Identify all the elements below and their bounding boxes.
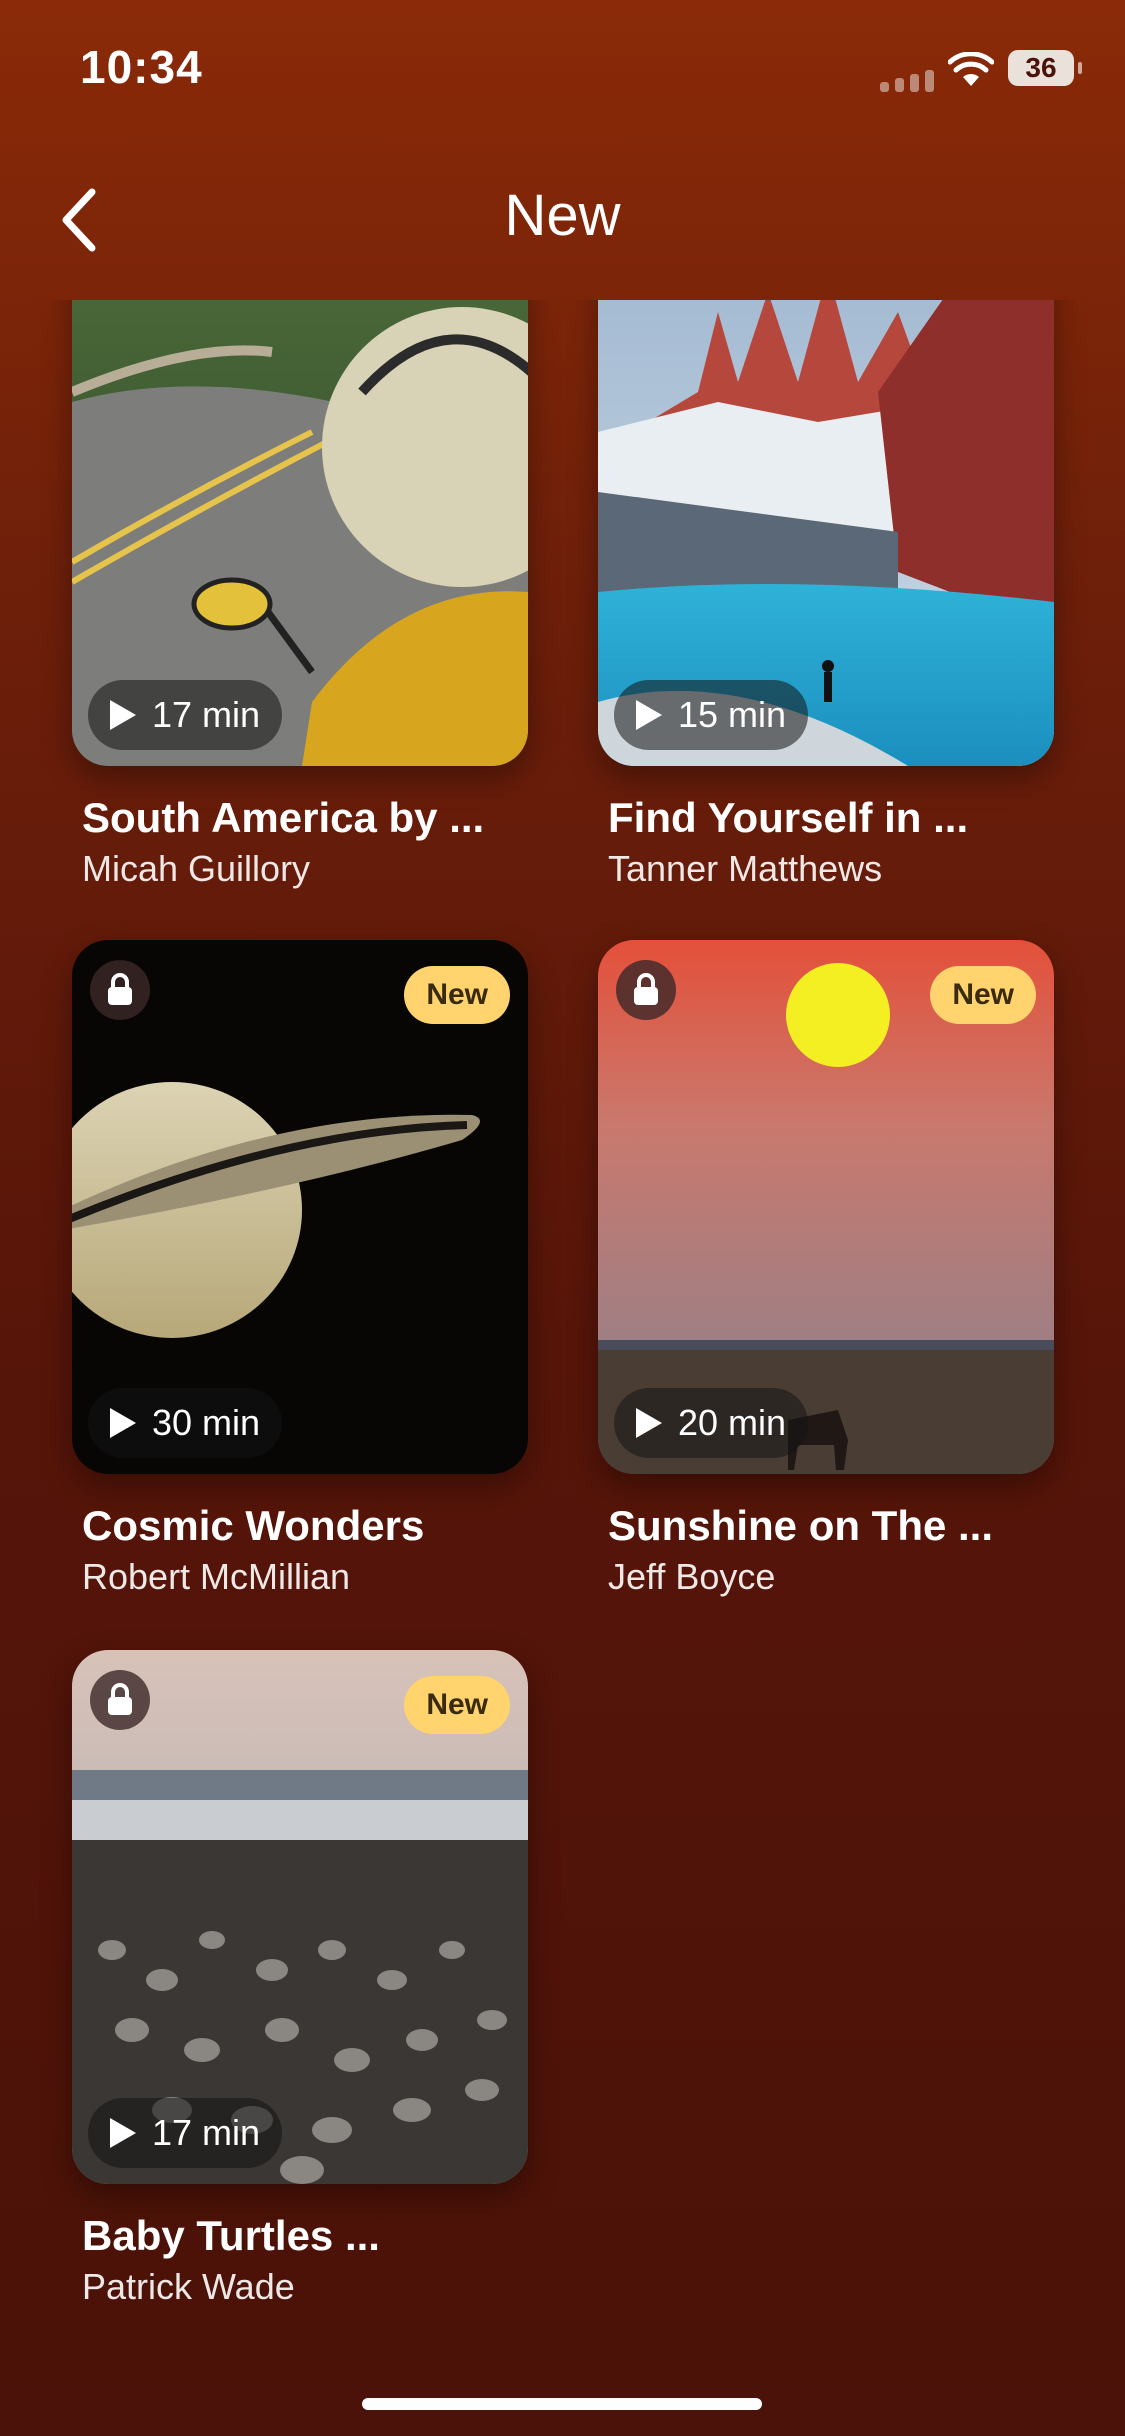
battery-indicator: 36: [1008, 50, 1082, 86]
duration-label: 17 min: [152, 694, 261, 735]
card-author: Micah Guillory: [82, 848, 311, 889]
new-badge: New: [930, 966, 1036, 1024]
card-thumbnail: 15 min: [598, 300, 1054, 766]
duration-label: 30 min: [152, 1402, 261, 1443]
duration-pill: 20 min: [614, 1388, 809, 1458]
content-card[interactable]: 15 min Find Yourself in ... Tanner Matth…: [598, 300, 1054, 890]
play-icon: [636, 700, 662, 730]
play-icon: [636, 1408, 662, 1438]
card-thumbnail: 17 min: [72, 300, 528, 766]
content-card[interactable]: New 30 min Cosmic Wonders Robert McMilli…: [72, 940, 528, 1598]
card-title: Sunshine on The ...: [608, 1502, 994, 1549]
card-author: Robert McMillian: [82, 1556, 351, 1597]
play-icon: [110, 1408, 136, 1438]
card-author: Jeff Boyce: [608, 1556, 776, 1597]
content-card[interactable]: 17 min South America by ... Micah Guillo…: [72, 300, 528, 890]
content-grid[interactable]: 17 min South America by ... Micah Guillo…: [0, 300, 1125, 2300]
content-card[interactable]: New 17 min Baby Turtles ... Patrick Wade: [72, 1650, 528, 2300]
card-title: South America by ...: [82, 794, 485, 841]
lock-icon: [616, 960, 676, 1020]
home-indicator[interactable]: [362, 2398, 762, 2410]
card-thumbnail: New 20 min: [598, 940, 1054, 1474]
lock-icon: [90, 1670, 150, 1730]
status-time: 10:34: [80, 41, 203, 93]
new-badge: New: [404, 966, 510, 1024]
duration-pill: 15 min: [614, 680, 809, 750]
nav-header: New: [0, 170, 1125, 270]
duration-pill: 17 min: [88, 680, 283, 750]
duration-label: 20 min: [678, 1402, 787, 1443]
wifi-icon: [947, 51, 995, 93]
card-title: Find Yourself in ...: [608, 794, 969, 841]
card-thumbnail: New 17 min: [72, 1650, 528, 2184]
card-author: Patrick Wade: [82, 2266, 295, 2300]
content-card[interactable]: New 20 min Sunshine on The ... Jeff Boyc…: [598, 940, 1054, 1598]
duration-pill: 30 min: [88, 1388, 283, 1458]
new-badge: New: [404, 1676, 510, 1734]
page-title: New: [504, 183, 621, 248]
duration-label: 15 min: [678, 694, 787, 735]
card-title: Baby Turtles ...: [82, 2212, 380, 2259]
status-bar: 10:34 36: [0, 0, 1125, 140]
duration-pill: 17 min: [88, 2098, 283, 2168]
duration-label: 17 min: [152, 2112, 261, 2153]
play-icon: [110, 2118, 136, 2148]
card-thumbnail: New 30 min: [72, 940, 528, 1474]
card-author: Tanner Matthews: [608, 848, 883, 889]
play-icon: [110, 700, 136, 730]
card-title: Cosmic Wonders: [82, 1502, 425, 1549]
cellular-signal-icon: [880, 70, 934, 92]
lock-icon: [90, 960, 150, 1020]
